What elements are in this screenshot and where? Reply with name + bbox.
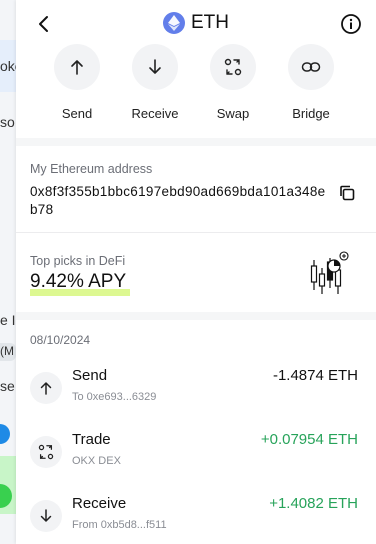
background-text: se — [0, 378, 15, 394]
transaction-row-trade[interactable]: Trade OKX DEX +0.07954 ETH — [16, 426, 376, 486]
tx-amount: +1.4082 ETH — [269, 495, 358, 512]
tx-detail: OKX DEX — [72, 455, 121, 467]
background-text: so — [0, 114, 15, 130]
tx-type: Receive — [72, 495, 127, 512]
bridge-circle — [288, 44, 334, 90]
background-text: oke — [0, 58, 16, 74]
background-app: oke so e In (M se — [0, 0, 16, 544]
send-circle — [54, 44, 100, 90]
tx-icon-wrap — [30, 436, 62, 468]
candlestick-chart-icon — [310, 251, 349, 294]
bridge-label: Bridge — [292, 106, 330, 121]
tx-icon-wrap — [30, 372, 62, 404]
eth-asset-panel: ETH Send Receive Swap Bridge My Ethereum… — [16, 0, 376, 544]
info-icon[interactable] — [340, 13, 362, 35]
arrow-up-icon — [71, 60, 83, 75]
send-button[interactable]: Send — [32, 44, 122, 121]
swap-label: Swap — [216, 106, 250, 121]
header: ETH — [16, 0, 376, 48]
background-text: e In — [0, 312, 16, 328]
bridge-icon — [301, 62, 321, 72]
section-divider — [16, 312, 376, 320]
arrow-down-icon — [40, 509, 52, 522]
ethereum-address[interactable]: 0x8f3f355b1bbc6197ebd90ad669bda101a348eb… — [30, 183, 330, 219]
address-label: My Ethereum address — [30, 162, 153, 176]
swap-icon — [38, 444, 54, 460]
transaction-row-send[interactable]: Send To 0xe693...6329 -1.4874 ETH — [16, 362, 376, 422]
title-group: ETH — [16, 12, 376, 34]
bridge-button[interactable]: Bridge — [266, 44, 356, 121]
background-drop-icon — [0, 424, 10, 444]
arrow-up-icon — [40, 382, 52, 395]
apy-value: 9.42% APY — [30, 271, 127, 292]
section-divider — [16, 138, 376, 146]
divider — [16, 232, 376, 233]
tx-amount: -1.4874 ETH — [272, 367, 358, 384]
swap-icon — [224, 58, 242, 76]
send-label: Send — [61, 106, 93, 121]
history-date: 08/10/2024 — [30, 333, 91, 347]
ethereum-logo-icon — [163, 12, 185, 34]
tx-icon-wrap — [30, 500, 62, 532]
receive-button[interactable]: Receive — [110, 44, 200, 121]
defi-top-picks-card[interactable]: Top picks in DeFi 9.42% APY — [16, 234, 376, 312]
tx-type: Send — [72, 367, 108, 384]
page-title: ETH — [191, 12, 229, 33]
transaction-row-receive[interactable]: Receive From 0xb5d8...f511 +1.4082 ETH — [16, 490, 376, 544]
defi-label: Top picks in DeFi — [30, 254, 126, 268]
receive-label: Receive — [131, 106, 179, 121]
background-text: (M — [0, 344, 14, 358]
swap-circle — [210, 44, 256, 90]
arrow-down-icon — [149, 59, 161, 74]
tx-detail: To 0xe693...6329 — [72, 391, 157, 403]
tx-amount: +0.07954 ETH — [260, 431, 358, 448]
receive-circle — [132, 44, 178, 90]
tx-detail: From 0xb5d8...f511 — [72, 519, 167, 531]
tx-type: Trade — [72, 431, 111, 448]
swap-button[interactable]: Swap — [188, 44, 278, 121]
copy-icon[interactable] — [338, 184, 356, 202]
action-bar: Send Receive Swap Bridge — [16, 44, 376, 128]
